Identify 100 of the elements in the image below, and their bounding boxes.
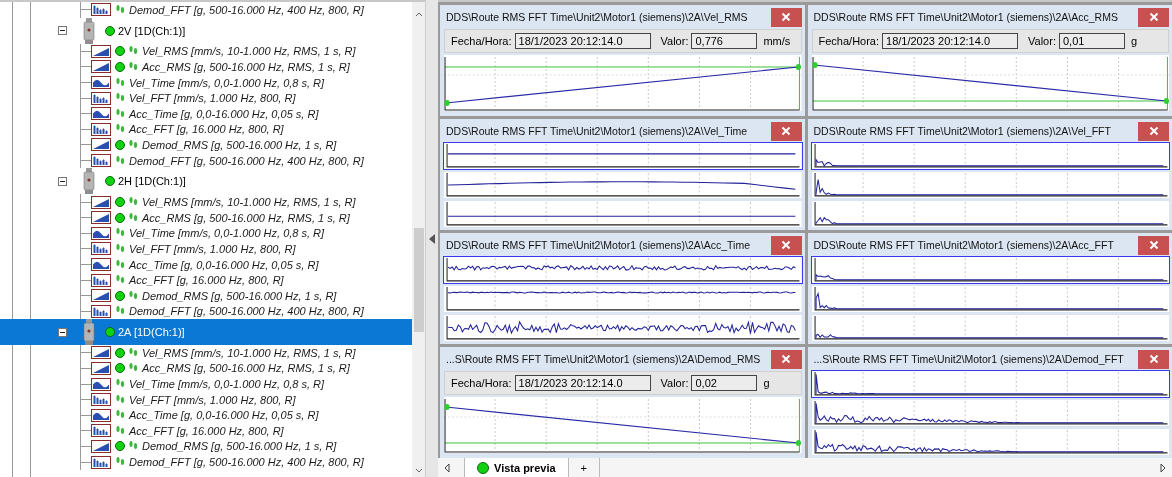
- panel-title: DDS\Route RMS FFT Time\Unit2\Motor1 (siemens)\2A\Acc_Time: [445, 239, 751, 251]
- collapse-toggle-icon[interactable]: [58, 26, 67, 36]
- measurement-label[interactable]: Vel_RMS [mm/s, 10-1.000 Hz, RMS, 1 s, R]: [142, 45, 356, 58]
- date-field: 18/1/2023 20:12:14.0: [514, 375, 651, 391]
- sensor-row[interactable]: 2V [1D(Ch:1)]: [0, 17, 412, 44]
- status-dot: [105, 327, 115, 338]
- measurement-label[interactable]: Vel_FFT [mm/s, 1.000 Hz, 800, R]: [129, 242, 296, 255]
- footprints-icon: [115, 76, 125, 89]
- measurement-label[interactable]: Vel_Time [mm/s, 0,0-1.000 Hz, 0,8 s, R]: [129, 227, 325, 240]
- footprints-icon: [115, 242, 125, 255]
- footprints-icon: [128, 346, 138, 359]
- sensor-icon: [83, 168, 95, 195]
- measurement-label[interactable]: Vel_RMS [mm/s, 10-1.000 Hz, RMS, 1 s, R]: [142, 346, 356, 359]
- scroll-right-icon[interactable]: [1160, 462, 1166, 473]
- panel-title: DDS\Route RMS FFT Time\Unit2\Motor1 (siemens)\2A\Acc_FFT: [812, 239, 1115, 251]
- close-icon: [781, 354, 791, 364]
- sensor-row[interactable]: 2H [1D(Ch:1)]: [0, 168, 412, 195]
- date-field: 18/1/2023 20:12:14.0: [514, 33, 651, 49]
- footprints-icon: [115, 154, 125, 167]
- sensor-row[interactable]: 2A [1D(Ch:1)]: [0, 319, 412, 346]
- collapse-icon[interactable]: [429, 233, 435, 244]
- measurement-label[interactable]: Vel_Time [mm/s, 0,0-1.000 Hz, 0,8 s, R]: [129, 378, 325, 391]
- panel-title: DDS\Route RMS FFT Time\Unit2\Motor1 (siemens)\2A\Vel_FFT: [812, 125, 1112, 137]
- close-button[interactable]: [770, 349, 802, 369]
- measurement-label[interactable]: Acc_RMS [g, 500-16.000 Hz, RMS, 1 s, R]: [142, 61, 350, 73]
- value-field: 0,02: [691, 375, 758, 391]
- close-button[interactable]: [1138, 121, 1169, 141]
- footprints-icon: [128, 211, 138, 224]
- scroll-down-icon[interactable]: [414, 468, 423, 473]
- close-icon: [781, 12, 791, 22]
- measurement-label[interactable]: Vel_FFT [mm/s, 1.000 Hz, 800, R]: [129, 92, 296, 105]
- status-dot: [105, 25, 115, 36]
- panel-title: DDS\Route RMS FFT Time\Unit2\Motor1 (siemens)\2A\Vel_RMS: [445, 11, 749, 23]
- close-button[interactable]: [770, 121, 802, 141]
- panel-title: DDS\Route RMS FFT Time\Unit2\Motor1 (siemens)\2A\Acc_RMS: [812, 11, 1119, 23]
- close-icon: [1148, 354, 1159, 364]
- unit-label: mm/s: [763, 35, 791, 47]
- measurement-label[interactable]: Acc_Time [g, 0,0-16.000 Hz, 0,05 s, R]: [129, 107, 319, 120]
- status-dot: [105, 176, 115, 187]
- footprints-icon: [128, 61, 138, 73]
- measurement-label[interactable]: Demod_RMS [g, 500-16.000 Hz, 1 s, R]: [142, 289, 337, 302]
- measurement-label[interactable]: Acc_FFT [g, 16.000 Hz, 800, R]: [129, 123, 284, 136]
- unit-label: g: [1130, 35, 1138, 47]
- tab[interactable]: Vista previa: [464, 458, 569, 477]
- value-label: Valor:: [1028, 35, 1056, 47]
- measurement-label[interactable]: Acc_FFT [g, 16.000 Hz, 800, R]: [129, 274, 284, 287]
- panel-title: ...S\Route RMS FFT Time\Unit2\Motor1 (siemens)\2A\Demod_FFT: [812, 353, 1125, 365]
- value-field: 0,01: [1058, 33, 1125, 49]
- scrollbar[interactable]: [412, 2, 425, 477]
- measurement-label[interactable]: Demod_FFT [g, 500-16.000 Hz, 400 Hz, 800, R]: [129, 456, 364, 469]
- value-field: 0,776: [691, 33, 758, 49]
- close-button[interactable]: [1138, 7, 1169, 27]
- value-label: Valor:: [660, 35, 689, 47]
- measurement-label[interactable]: Demod_FFT [g, 500-16.000 Hz, 400 Hz, 800, R]: [129, 3, 364, 16]
- panel-title: ...S\Route RMS FFT Time\Unit2\Motor1 (siemens)\2A\Demod_RMS: [445, 353, 762, 365]
- footprints-icon: [115, 393, 125, 406]
- close-icon: [1148, 126, 1159, 136]
- date-label: Fecha/Hora:: [818, 35, 880, 47]
- date-label: Fecha/Hora:: [451, 35, 512, 47]
- date-label: Fecha/Hora:: [451, 377, 512, 389]
- collapse-toggle-icon[interactable]: [58, 176, 67, 186]
- footprints-icon: [115, 107, 125, 120]
- measurement-label[interactable]: Demod_RMS [g, 500-16.000 Hz, 1 s, R]: [142, 138, 337, 151]
- measurement-label[interactable]: Vel_Time [mm/s, 0,0-1.000 Hz, 0,8 s, R]: [129, 76, 325, 89]
- close-button[interactable]: [770, 235, 802, 255]
- collapse-toggle-icon[interactable]: [58, 327, 67, 337]
- panel-title: DDS\Route RMS FFT Time\Unit2\Motor1 (siemens)\2A\Vel_Time: [445, 125, 749, 137]
- close-icon: [781, 240, 791, 250]
- sensor-icon: [83, 17, 95, 44]
- measurement-label[interactable]: Vel_RMS [mm/s, 10-1.000 Hz, RMS, 1 s, R]: [142, 196, 356, 209]
- measurement-label[interactable]: Acc_FFT [g, 16.000 Hz, 800, R]: [129, 424, 284, 437]
- measurement-label[interactable]: Demod_FFT [g, 500-16.000 Hz, 400 Hz, 800, R]: [129, 305, 364, 318]
- close-icon: [1148, 12, 1159, 22]
- close-button[interactable]: [1138, 235, 1169, 255]
- close-button[interactable]: [770, 7, 802, 27]
- close-icon: [1148, 240, 1159, 250]
- measurement-label[interactable]: Demod_FFT [g, 500-16.000 Hz, 400 Hz, 800, R]: [129, 154, 364, 167]
- footprints-icon: [128, 138, 138, 151]
- close-button[interactable]: [1138, 349, 1169, 369]
- measurement-label[interactable]: Demod_RMS [g, 500-16.000 Hz, 1 s, R]: [142, 440, 337, 453]
- measurement-label[interactable]: Acc_RMS [g, 500-16.000 Hz, RMS, 1 s, R]: [142, 362, 350, 375]
- measurement-label[interactable]: Vel_FFT [mm/s, 1.000 Hz, 800, R]: [129, 393, 296, 406]
- sensor-label: 2A [1D(Ch:1)]: [118, 326, 185, 339]
- measurement-label[interactable]: Acc_RMS [g, 500-16.000 Hz, RMS, 1 s, R]: [142, 211, 350, 224]
- footprints-icon: [128, 289, 138, 302]
- scroll-thumb[interactable]: [413, 228, 424, 332]
- footprints-icon: [115, 424, 125, 437]
- value-label: Valor:: [660, 377, 689, 389]
- scroll-left-icon[interactable]: [444, 462, 450, 473]
- measurement-label[interactable]: Acc_Time [g, 0,0-16.000 Hz, 0,05 s, R]: [129, 409, 319, 422]
- measurement-label[interactable]: Acc_Time [g, 0,0-16.000 Hz, 0,05 s, R]: [129, 258, 319, 271]
- date-field: 18/1/2023 20:12:14.0: [882, 33, 1019, 49]
- unit-label: g: [763, 377, 770, 389]
- sensor-label: 2H [1D(Ch:1)]: [118, 175, 186, 188]
- sensor-label: 2V [1D(Ch:1)]: [118, 24, 186, 37]
- footprints-icon: [115, 258, 125, 271]
- sensor-icon: [83, 319, 95, 346]
- scroll-up-icon[interactable]: [414, 12, 423, 17]
- footprints-icon: [115, 3, 125, 16]
- close-icon: [781, 126, 791, 136]
